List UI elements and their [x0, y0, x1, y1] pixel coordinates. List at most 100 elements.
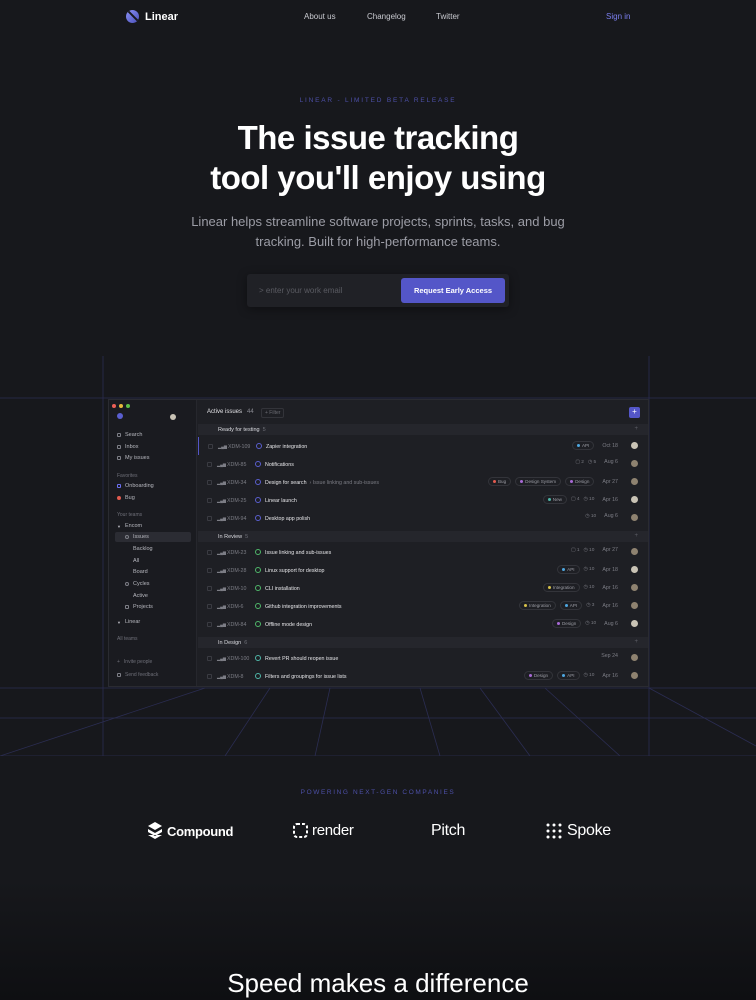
- avatar[interactable]: [631, 548, 638, 555]
- row-checkbox[interactable]: [208, 444, 213, 449]
- priority-icon[interactable]: ▂▄▆: [217, 586, 226, 591]
- table-row[interactable]: ▂▄▆ XDM-8 Filters and groupings for issue …: [198, 667, 648, 685]
- table-row[interactable]: ▂▄▆ XDM-25 Linear launch New ▢ 4 ◷ 10 Apr 16: [198, 491, 648, 509]
- sidebar-feedback[interactable]: Send feedback: [117, 670, 158, 680]
- label-chip[interactable]: Integration: [519, 601, 556, 610]
- label-chip[interactable]: Integration: [542, 583, 580, 592]
- sidebar-all-teams[interactable]: All teams: [117, 636, 138, 642]
- sidebar-item-search[interactable]: Search: [117, 430, 142, 440]
- maximize-dot-icon[interactable]: [126, 404, 130, 408]
- table-row[interactable]: ▂▄▆ XDM-109 Zapier integration API Oct 18: [198, 437, 648, 455]
- row-checkbox[interactable]: [207, 586, 212, 591]
- sidebar-item-inbox[interactable]: Inbox: [117, 442, 138, 452]
- request-access-button[interactable]: Request Early Access: [401, 278, 505, 303]
- status-icon[interactable]: [255, 515, 261, 521]
- priority-icon[interactable]: ▂▄▆: [217, 622, 226, 627]
- avatar[interactable]: [631, 654, 638, 661]
- priority-icon[interactable]: ▂▄▆: [218, 444, 227, 449]
- sidebar-item-active[interactable]: Active: [133, 591, 148, 601]
- status-icon[interactable]: [255, 461, 261, 467]
- sidebar-item-cycles[interactable]: Cycles: [125, 579, 150, 589]
- signin-link[interactable]: Sign in: [606, 12, 630, 21]
- row-checkbox[interactable]: [207, 550, 212, 555]
- issue-title[interactable]: Issue linking and sub-issues: [265, 550, 331, 556]
- priority-icon[interactable]: ▂▄▆: [217, 656, 226, 661]
- label-chip[interactable]: Design: [551, 619, 582, 628]
- avatar[interactable]: [631, 460, 638, 467]
- issue-group-header[interactable]: Ready for testing 5 +: [198, 424, 648, 435]
- add-issue-icon[interactable]: +: [634, 639, 638, 645]
- label-chip[interactable]: API: [571, 441, 595, 450]
- label-chip[interactable]: API: [559, 601, 583, 610]
- issue-title[interactable]: Revert PR should reopen issue: [265, 656, 338, 662]
- priority-icon[interactable]: ▂▄▆: [217, 674, 226, 679]
- avatar[interactable]: [631, 584, 638, 591]
- row-checkbox[interactable]: [207, 674, 212, 679]
- nav-link-changelog[interactable]: Changelog: [367, 12, 406, 21]
- status-icon[interactable]: [255, 549, 261, 555]
- row-checkbox[interactable]: [207, 604, 212, 609]
- nav-link-twitter[interactable]: Twitter: [436, 12, 460, 21]
- priority-icon[interactable]: ▂▄▆: [217, 480, 226, 485]
- table-row[interactable]: ▂▄▆ XDM-10 CLI installation Integration ◷ 10…: [198, 579, 648, 597]
- avatar[interactable]: [631, 442, 638, 449]
- status-icon[interactable]: [255, 603, 261, 609]
- workspace-icon[interactable]: [117, 413, 123, 419]
- sidebar-item-onboarding[interactable]: Onboarding: [117, 481, 154, 491]
- new-issue-button[interactable]: +: [629, 407, 640, 418]
- issue-title[interactable]: Notifications: [265, 462, 294, 468]
- sidebar-item-projects[interactable]: Projects: [125, 602, 153, 612]
- minimize-dot-icon[interactable]: [119, 404, 123, 408]
- priority-icon[interactable]: ▂▄▆: [217, 516, 226, 521]
- issue-group-header[interactable]: In Review 5 +: [198, 531, 648, 542]
- issue-title[interactable]: Github integration improvements: [265, 604, 342, 610]
- priority-icon[interactable]: ▂▄▆: [217, 462, 226, 467]
- issue-title[interactable]: Linux support for desktop: [265, 568, 324, 574]
- status-icon[interactable]: [256, 443, 262, 449]
- issue-title[interactable]: CLI installation: [265, 586, 300, 592]
- avatar[interactable]: [631, 478, 638, 485]
- add-issue-icon[interactable]: +: [634, 426, 638, 432]
- sidebar-item-board[interactable]: Board: [133, 567, 148, 577]
- label-chip[interactable]: API: [557, 671, 580, 680]
- avatar[interactable]: [631, 496, 638, 503]
- row-checkbox[interactable]: [207, 480, 212, 485]
- sidebar-item-issues[interactable]: Issues: [115, 532, 191, 542]
- issue-title[interactable]: Linear launch: [265, 498, 297, 504]
- row-checkbox[interactable]: [207, 656, 212, 661]
- table-row[interactable]: ▂▄▆ XDM-100 Revert PR should reopen issue S…: [198, 649, 648, 667]
- table-row[interactable]: ▂▄▆ XDM-84 Offline mode design Design ◷ 10 Au…: [198, 615, 648, 633]
- avatar[interactable]: [631, 602, 638, 609]
- sidebar-item-bug[interactable]: Bug: [117, 493, 135, 503]
- status-icon[interactable]: [255, 655, 261, 661]
- issue-title[interactable]: Zapier integration: [266, 444, 307, 450]
- issue-group-header[interactable]: In Design 6 +: [198, 637, 648, 648]
- nav-link-about[interactable]: About us: [304, 12, 336, 21]
- sidebar-item-my-issues[interactable]: My issues: [117, 453, 149, 463]
- issue-title[interactable]: Filters and groupings for issue lists: [265, 674, 347, 680]
- priority-icon[interactable]: ▂▄▆: [217, 550, 226, 555]
- filter-button[interactable]: + Filter: [261, 408, 285, 418]
- row-checkbox[interactable]: [207, 516, 212, 521]
- status-icon[interactable]: [255, 621, 261, 627]
- row-checkbox[interactable]: [207, 568, 212, 573]
- label-chip[interactable]: API: [557, 565, 580, 574]
- priority-icon[interactable]: ▂▄▆: [217, 604, 226, 609]
- label-chip[interactable]: Bug: [487, 477, 512, 486]
- priority-icon[interactable]: ▂▄▆: [217, 498, 226, 503]
- table-row[interactable]: ▂▄▆ XDM-34 Design for search › Issue linkin…: [198, 473, 648, 491]
- avatar[interactable]: [631, 566, 638, 573]
- sidebar-item-backlog[interactable]: Backlog: [133, 544, 153, 554]
- status-icon[interactable]: [255, 585, 261, 591]
- close-dot-icon[interactable]: [112, 404, 116, 408]
- table-row[interactable]: ▂▄▆ XDM-23 Issue linking and sub-issues ▢ 1…: [198, 543, 648, 561]
- status-icon[interactable]: [255, 479, 261, 485]
- sidebar-team-encom[interactable]: ▼ Encom: [117, 521, 142, 531]
- row-checkbox[interactable]: [207, 462, 212, 467]
- table-row[interactable]: ▂▄▆ XDM-6 Github integration improvements I…: [198, 597, 648, 615]
- row-checkbox[interactable]: [207, 622, 212, 627]
- avatar[interactable]: [631, 672, 638, 679]
- email-input[interactable]: > enter your work email: [259, 286, 342, 295]
- label-chip[interactable]: New: [542, 495, 567, 504]
- table-row[interactable]: ▂▄▆ XDM-94 Desktop app polish ◷ 10 Aug 6: [198, 509, 648, 527]
